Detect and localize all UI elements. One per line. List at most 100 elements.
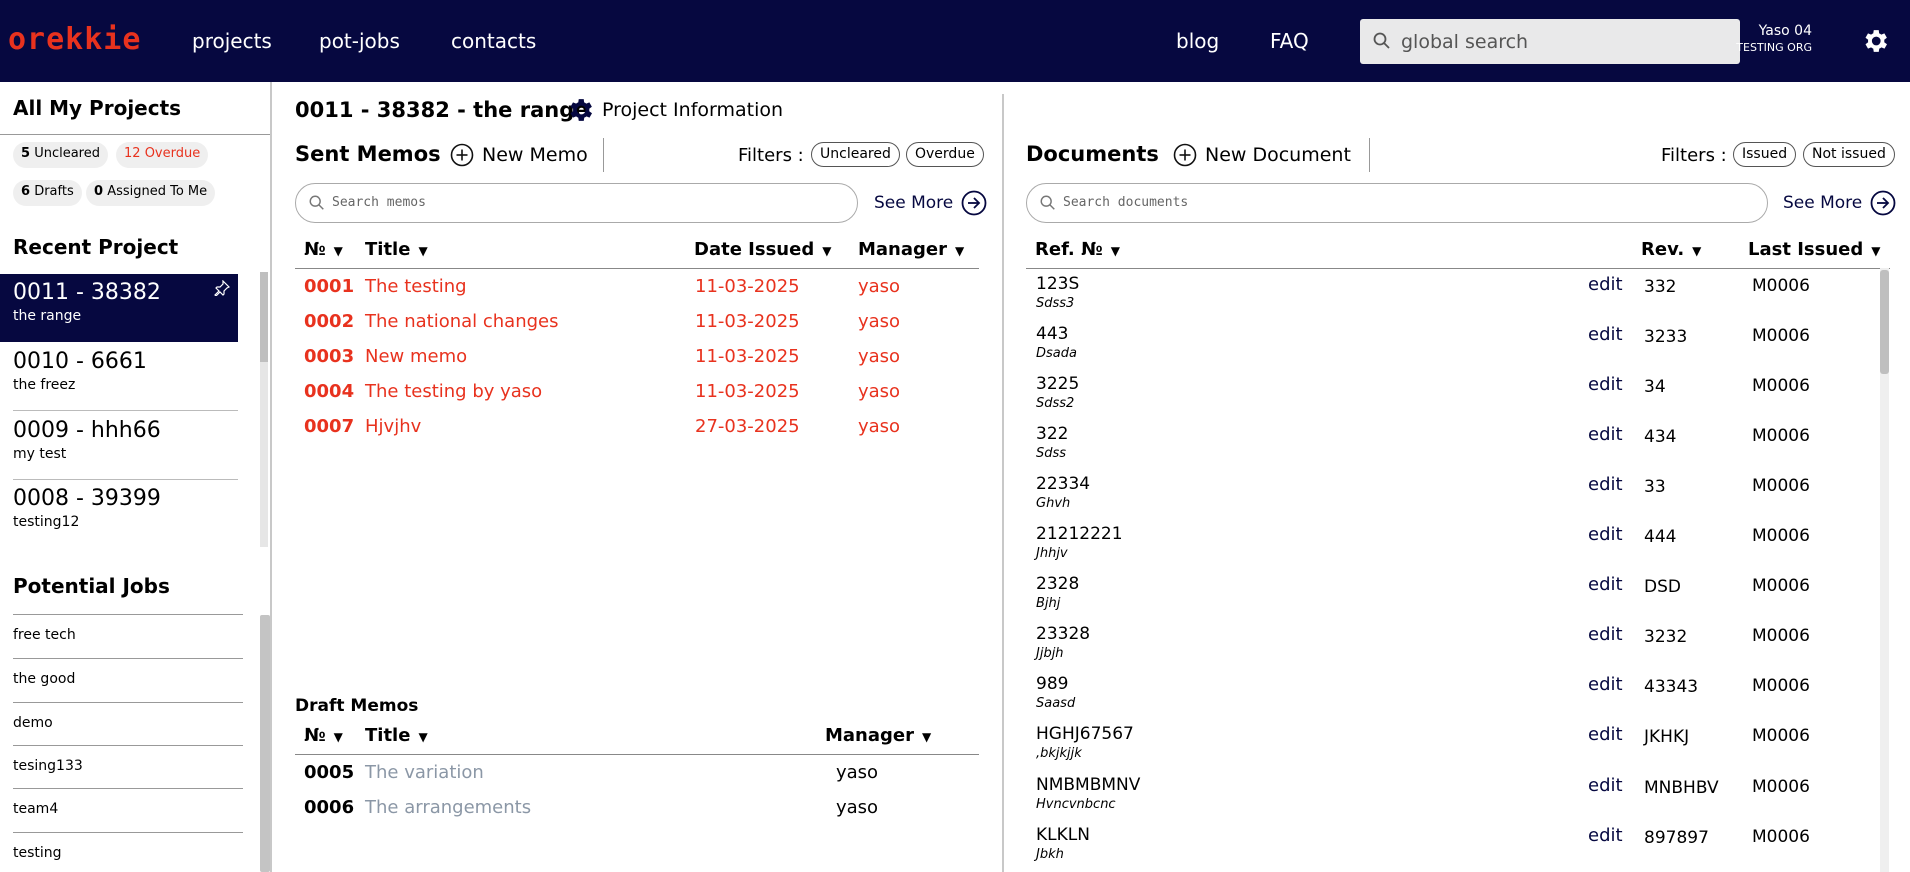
new-memo-button[interactable]: New Memo	[450, 143, 588, 167]
col-header-date[interactable]: Date Issued ▼	[694, 239, 831, 260]
potential-jobs-scrollbar[interactable]	[260, 615, 270, 872]
edit-link[interactable]: edit	[1588, 624, 1623, 645]
pin-icon[interactable]	[214, 280, 230, 296]
col-header-title[interactable]: Title ▼	[365, 239, 428, 260]
document-last-issued: M0006	[1752, 426, 1810, 446]
sort-down-icon: ▼	[1871, 244, 1881, 258]
potential-job-item[interactable]: free tech	[13, 627, 243, 643]
filter-uncleared[interactable]: Uncleared	[811, 142, 900, 167]
memo-number: 0001	[304, 276, 355, 297]
edit-link[interactable]: edit	[1588, 374, 1623, 395]
col-header-manager[interactable]: Manager ▼	[858, 239, 964, 260]
memo-title[interactable]: The testing	[365, 276, 467, 297]
nav-contacts[interactable]: contacts	[451, 29, 536, 53]
nav-faq[interactable]: FAQ	[1270, 29, 1309, 53]
document-rev: 3232	[1644, 627, 1688, 647]
memo-title[interactable]: The testing by yaso	[365, 381, 542, 402]
col-header-last-issued[interactable]: Last Issued ▼	[1748, 239, 1880, 260]
filter-issued[interactable]: Issued	[1733, 142, 1797, 167]
memo-see-more-link[interactable]: See More	[874, 190, 987, 216]
col-header-no[interactable]: № ▼	[304, 725, 343, 746]
edit-link[interactable]: edit	[1588, 724, 1623, 745]
nav-blog[interactable]: blog	[1176, 29, 1219, 53]
project-name: testing12	[13, 514, 80, 530]
edit-link[interactable]: edit	[1588, 474, 1623, 495]
filter-overdue[interactable]: Overdue	[906, 142, 984, 167]
project-number: 0009 - hhh66	[13, 418, 161, 443]
edit-link[interactable]: edit	[1588, 424, 1623, 445]
uncleared-label: Uncleared	[34, 146, 100, 161]
user-info[interactable]: Yaso 04 TESTING ORG	[1736, 23, 1812, 54]
document-last-issued: M0006	[1752, 326, 1810, 346]
memo-date: 11-03-2025	[695, 346, 800, 367]
document-ref: HGHJ67567	[1036, 724, 1134, 744]
nav-projects[interactable]: projects	[192, 29, 272, 53]
edit-link[interactable]: edit	[1588, 274, 1623, 295]
assigned-label: Assigned To Me	[107, 184, 208, 199]
document-ref: 21212221	[1036, 524, 1123, 544]
memo-date: 11-03-2025	[695, 276, 800, 297]
recent-project-item[interactable]: 0008 - 39399 testing12	[0, 480, 238, 548]
document-last-issued: M0006	[1752, 276, 1810, 296]
memo-manager: yaso	[858, 381, 901, 402]
recent-project-item[interactable]: 0010 - 6661 the freez	[0, 343, 238, 411]
potential-job-item[interactable]: team4	[13, 801, 243, 817]
edit-link[interactable]: edit	[1588, 324, 1623, 345]
documents-scrollbar[interactable]	[1880, 268, 1889, 872]
new-document-button[interactable]: New Document	[1173, 143, 1351, 167]
edit-link[interactable]: edit	[1588, 524, 1623, 545]
recent-project-item[interactable]: 0009 - hhh66 my test	[0, 412, 238, 480]
drafts-pill[interactable]: 6 Drafts	[13, 180, 82, 206]
filter-not-issued[interactable]: Not issued	[1803, 142, 1895, 167]
potential-job-item[interactable]: the good	[13, 671, 243, 687]
edit-link[interactable]: edit	[1588, 775, 1623, 796]
sort-down-icon: ▼	[822, 244, 832, 258]
document-see-more-link[interactable]: See More	[1783, 190, 1896, 216]
global-search-input[interactable]: global search	[1360, 19, 1740, 64]
plus-circle-icon	[450, 143, 474, 167]
draft-title[interactable]: The arrangements	[365, 797, 531, 818]
scrollbar-thumb[interactable]	[1880, 270, 1889, 374]
col-header-title[interactable]: Title ▼	[365, 725, 428, 746]
recent-project-item[interactable]: 0011 - 38382 the range	[0, 274, 238, 342]
col-header-rev[interactable]: Rev. ▼	[1641, 239, 1701, 260]
assigned-pill[interactable]: 0 Assigned To Me	[86, 180, 216, 206]
document-search-input[interactable]: Search documents	[1026, 183, 1768, 223]
uncleared-pill[interactable]: 5 Uncleared	[13, 142, 108, 168]
recent-project-title: Recent Project	[13, 235, 179, 259]
memo-title[interactable]: Hjvjhv	[365, 416, 421, 437]
document-rev: JKHKJ	[1644, 727, 1690, 747]
overdue-pill[interactable]: 12 Overdue	[116, 142, 209, 168]
assigned-count: 0	[94, 184, 104, 199]
nav-pot-jobs[interactable]: pot-jobs	[319, 29, 400, 53]
sort-down-icon: ▼	[418, 730, 428, 744]
edit-link[interactable]: edit	[1588, 825, 1623, 846]
drafts-count: 6	[21, 184, 31, 199]
col-header-manager[interactable]: Manager ▼	[825, 725, 931, 746]
col-header-no-label: №	[304, 239, 326, 260]
scrollbar-thumb[interactable]	[260, 272, 268, 362]
memo-search-input[interactable]: Search memos	[295, 183, 858, 223]
potential-job-item[interactable]: demo	[13, 715, 243, 731]
col-header-ref[interactable]: Ref. № ▼	[1035, 239, 1120, 260]
recent-projects-scrollbar[interactable]	[260, 272, 268, 547]
draft-number: 0006	[304, 797, 355, 818]
edit-link[interactable]: edit	[1588, 674, 1623, 695]
edit-link[interactable]: edit	[1588, 574, 1623, 595]
draft-title[interactable]: The variation	[365, 762, 484, 783]
document-ref: 23328	[1036, 624, 1091, 644]
document-description: Jhhjv	[1036, 546, 1068, 561]
app-logo[interactable]: orekkie	[8, 22, 141, 57]
potential-job-item[interactable]: tesing133	[13, 758, 243, 774]
col-header-ref-label: Ref. №	[1035, 239, 1103, 260]
potential-job-item[interactable]: testing	[13, 845, 243, 861]
settings-gear-icon[interactable]	[1860, 26, 1890, 56]
settings-gear-icon[interactable]	[565, 95, 595, 125]
memo-title[interactable]: The national changes	[365, 311, 559, 332]
memo-title[interactable]: New memo	[365, 346, 467, 367]
col-header-no[interactable]: № ▼	[304, 239, 343, 260]
document-description: Sdss2	[1036, 396, 1075, 411]
project-information-button[interactable]: Project Information	[602, 99, 783, 121]
draft-number: 0005	[304, 762, 355, 783]
see-more-label: See More	[1783, 193, 1863, 213]
